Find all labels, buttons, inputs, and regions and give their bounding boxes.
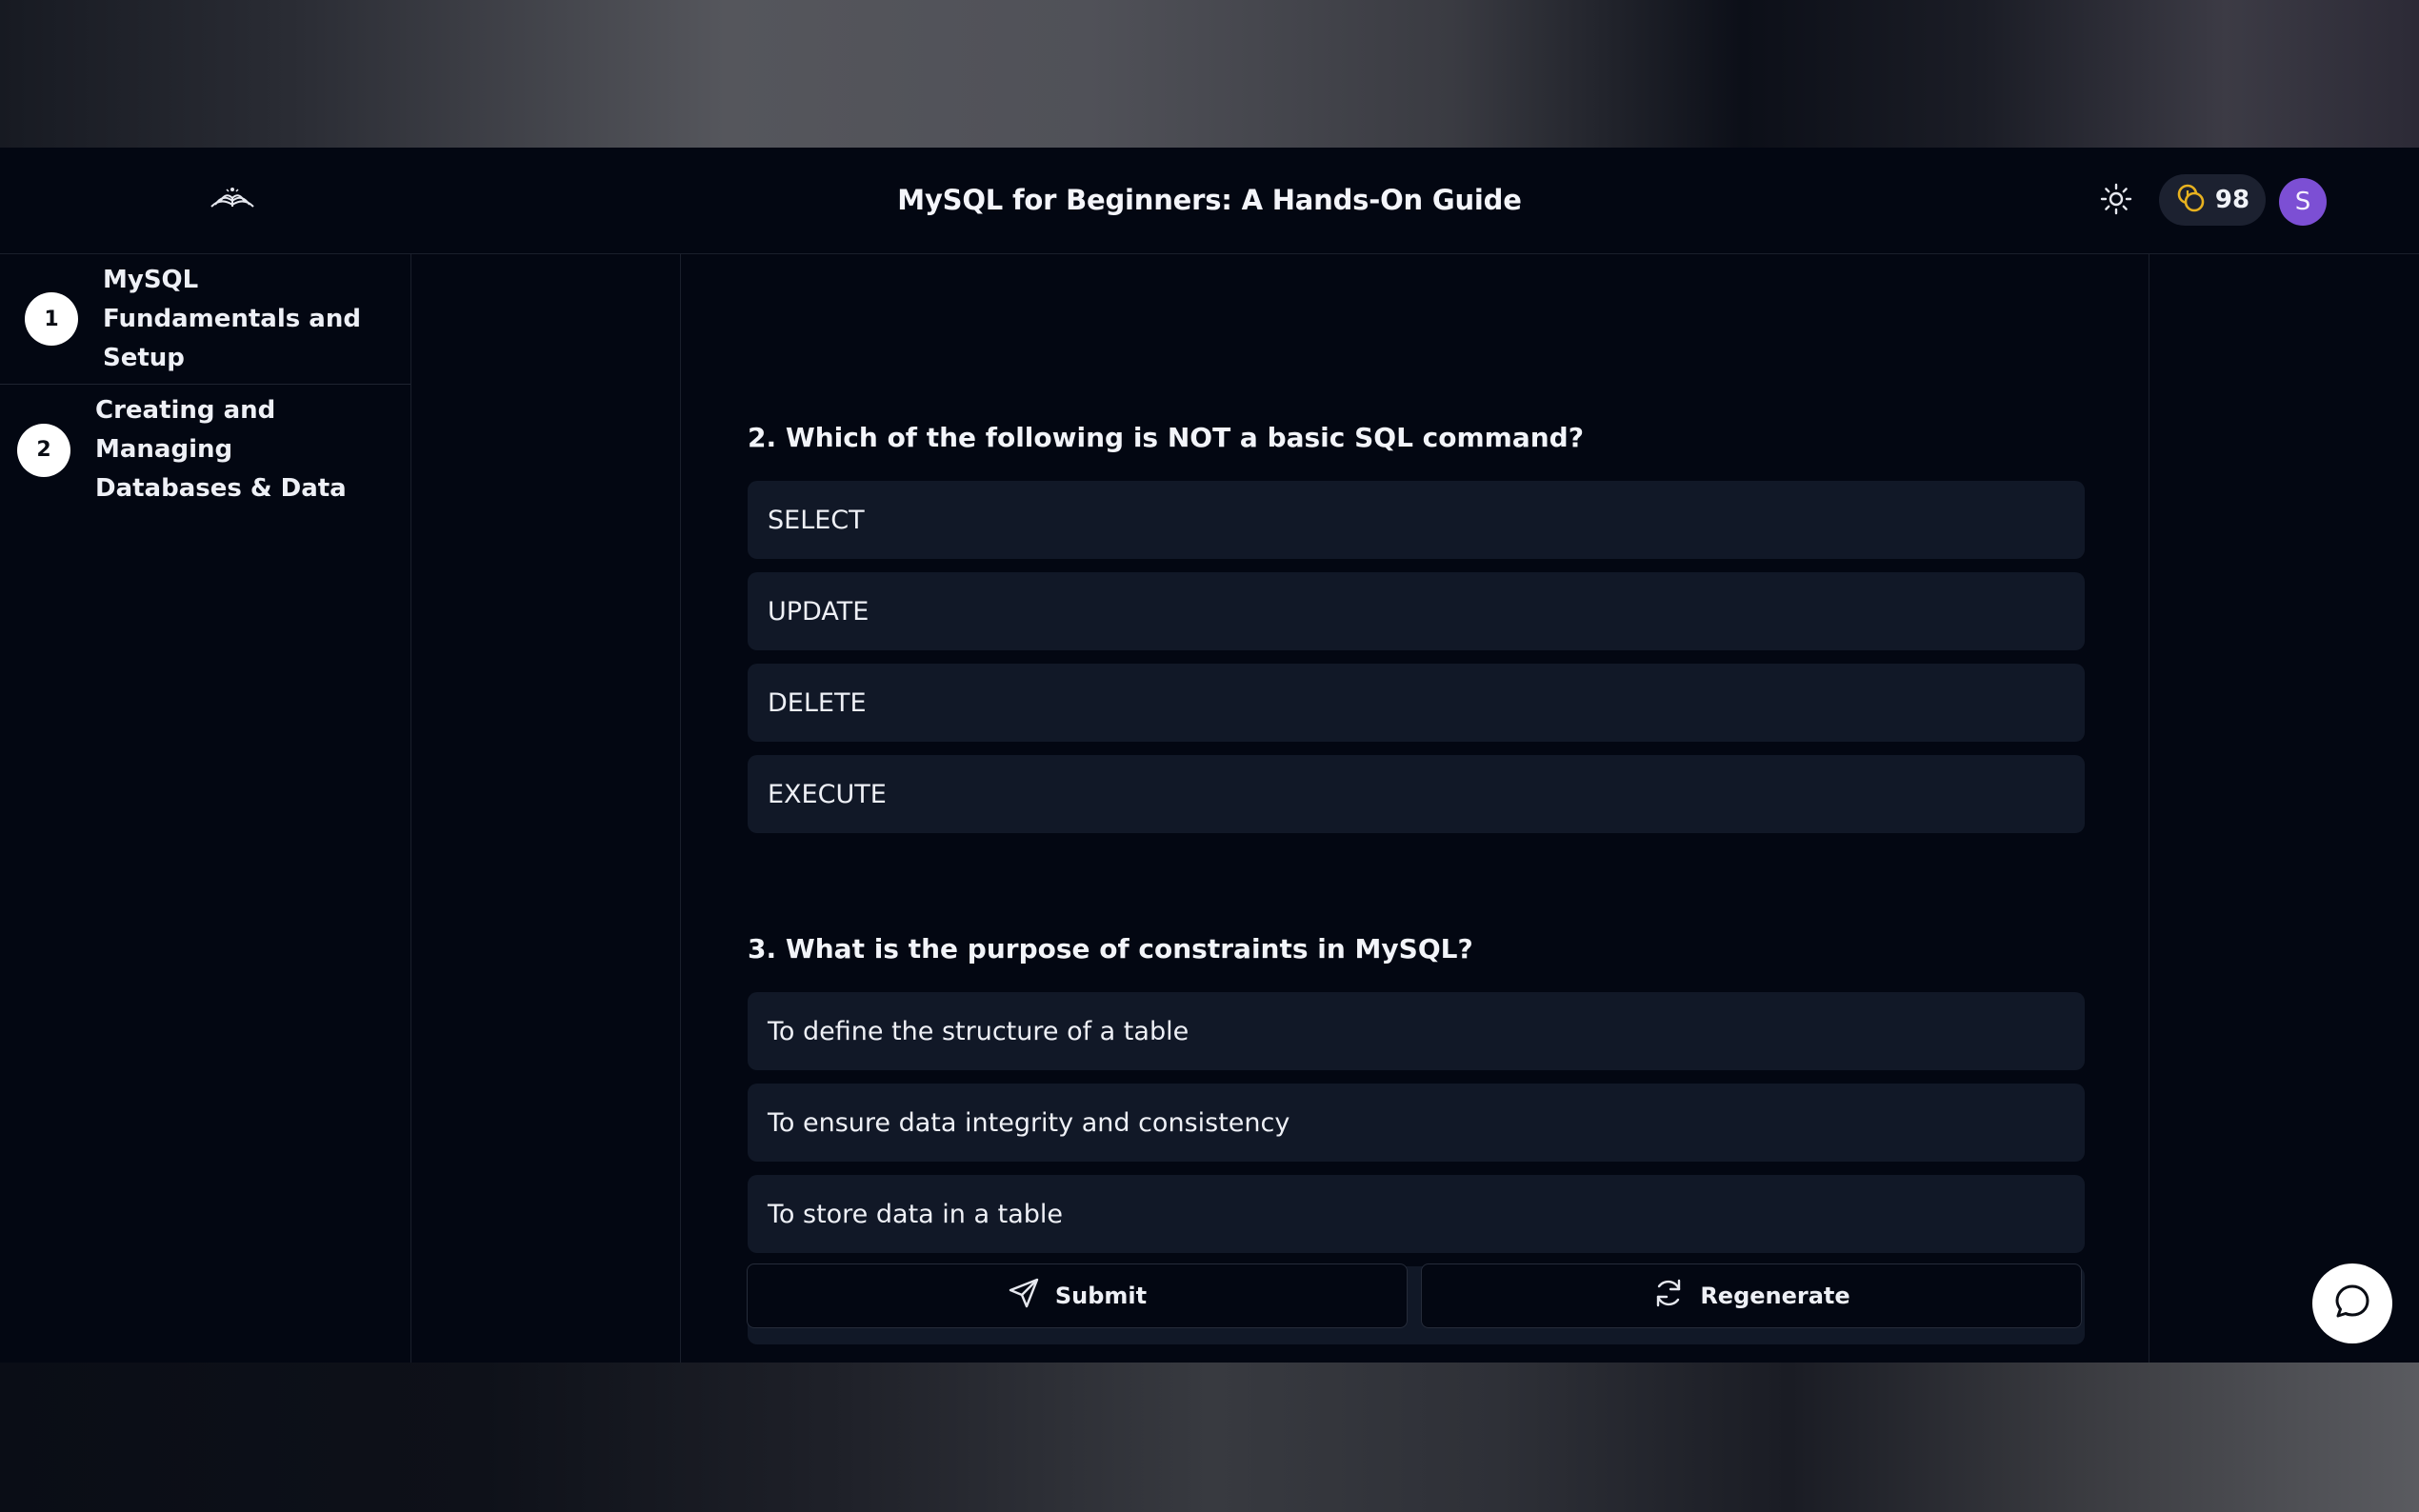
top-header: MySQL for Beginners: A Hands-On Guide 98… [0, 148, 2419, 254]
question-2-option[interactable]: EXECUTE [748, 755, 2085, 833]
sidebar-chapter-1[interactable]: 1 MySQL Fundamentals and Setup [0, 254, 410, 385]
user-avatar[interactable]: S [2279, 178, 2327, 226]
sun-icon [2100, 183, 2132, 219]
chapter-number-badge: 1 [25, 292, 78, 346]
coins-balance-button[interactable]: 98 [2159, 174, 2266, 226]
question-3-text: 3. What is the purpose of constraints in… [748, 933, 1473, 965]
page-title: MySQL for Beginners: A Hands-On Guide [897, 184, 1522, 216]
theme-toggle-button[interactable] [2095, 180, 2137, 222]
regenerate-label: Regenerate [1700, 1283, 1850, 1309]
question-3-option[interactable]: To store data in a table [748, 1175, 2085, 1253]
chapter-label: MySQL Fundamentals and Setup [103, 265, 361, 372]
chapter-number-badge: 2 [17, 423, 70, 477]
coins-icon [2175, 182, 2208, 218]
question-2-text: 2. Which of the following is NOT a basic… [748, 422, 1584, 453]
regenerate-button[interactable]: Regenerate [1421, 1263, 2082, 1328]
chat-button[interactable] [2312, 1263, 2392, 1343]
backdrop-top [0, 0, 2419, 148]
submit-button[interactable]: Submit [747, 1263, 1408, 1328]
backdrop-bottom [0, 1363, 2419, 1512]
question-3-option[interactable]: To define the structure of a table [748, 992, 2085, 1070]
coins-count: 98 [2214, 186, 2250, 214]
sidebar-chapter-2[interactable]: 2 Creating and Managing Databases & Data [0, 385, 410, 515]
question-2-option[interactable]: SELECT [748, 481, 2085, 559]
chat-bubble-icon [2332, 1282, 2372, 1325]
refresh-icon [1652, 1277, 1685, 1315]
send-icon [1008, 1277, 1040, 1315]
question-2-option[interactable]: DELETE [748, 664, 2085, 742]
question-2-option[interactable]: UPDATE [748, 572, 2085, 650]
submit-label: Submit [1054, 1283, 1148, 1309]
chapter-sidebar: 1 MySQL Fundamentals and Setup 2 Creatin… [0, 254, 411, 1363]
quiz-content: 2. Which of the following is NOT a basic… [680, 254, 2149, 1363]
app-window: MySQL for Beginners: A Hands-On Guide 98… [0, 148, 2419, 1363]
question-3-option[interactable]: To ensure data integrity and consistency [748, 1084, 2085, 1162]
chapter-label: Creating and Managing Databases & Data [95, 396, 347, 503]
